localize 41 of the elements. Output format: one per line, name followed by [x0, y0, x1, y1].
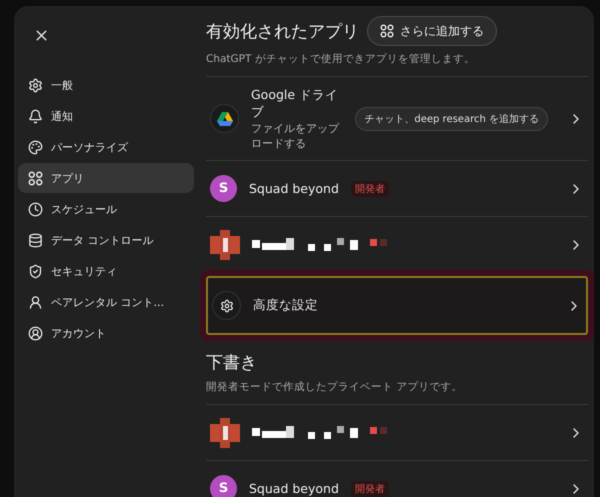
pixelated-icon [210, 230, 240, 260]
user-icon [28, 294, 43, 310]
app-row[interactable]: S Squad beyond 開発者 [206, 160, 588, 216]
app-row[interactable]: Google ドライブ ファイルをアップロードする チャット、deep research を追加する [206, 76, 588, 160]
sidebar-item[interactable]: ペアレンタル コント... [18, 287, 194, 317]
app-name: Squad beyond [249, 181, 339, 196]
gear-icon [28, 78, 43, 92]
developer-tag: 開発者 [350, 480, 389, 496]
sidebar-item[interactable]: データ コントロール [18, 225, 194, 255]
apps-grid-icon [380, 24, 394, 38]
shield-icon [28, 264, 43, 278]
sidebar-item[interactable]: アカウント [18, 318, 194, 348]
gear-icon [220, 298, 234, 312]
database-icon [28, 232, 43, 248]
sidebar-item[interactable]: スケジュール [18, 194, 194, 224]
drive-icon [210, 104, 239, 133]
app-avatar: S [210, 175, 237, 202]
sidebar-item[interactable]: 通知 [18, 101, 194, 131]
add-more-button[interactable]: さらに追加する [367, 16, 497, 46]
sidebar-item[interactable]: セキュリティ [18, 256, 194, 286]
row-label: 高度な設定 [253, 297, 318, 314]
apps-grid-icon [28, 170, 43, 186]
palette-icon [28, 140, 43, 154]
section-title: 有効化されたアプリ [206, 20, 359, 42]
clock-icon [28, 202, 43, 216]
section-subtitle: ChatGPT がチャットで使用できアプリを管理します。 [206, 52, 476, 66]
app-avatar: S [210, 475, 237, 497]
app-name: Google ドライブ [251, 86, 339, 120]
section-subtitle: 開発者モードで作成したプライベート アプリです。 [206, 380, 464, 394]
sidebar-item[interactable]: アプリ [18, 163, 194, 193]
add-to-chat-button[interactable]: チャット、deep research を追加する [355, 106, 548, 130]
app-description: ファイルをアップロードする [251, 120, 339, 150]
bell-icon [28, 108, 43, 124]
developer-tag: 開発者 [350, 180, 389, 196]
sidebar-item[interactable]: パーソナライズ [18, 132, 194, 162]
pixelated-icon [210, 418, 240, 448]
section-title: 下書き [206, 352, 257, 374]
sidebar-item[interactable]: 一般 [18, 70, 194, 100]
account-icon [28, 326, 43, 340]
app-row[interactable]: S Squad beyond 開発者 [206, 460, 588, 497]
app-name: Squad beyond [249, 481, 339, 496]
